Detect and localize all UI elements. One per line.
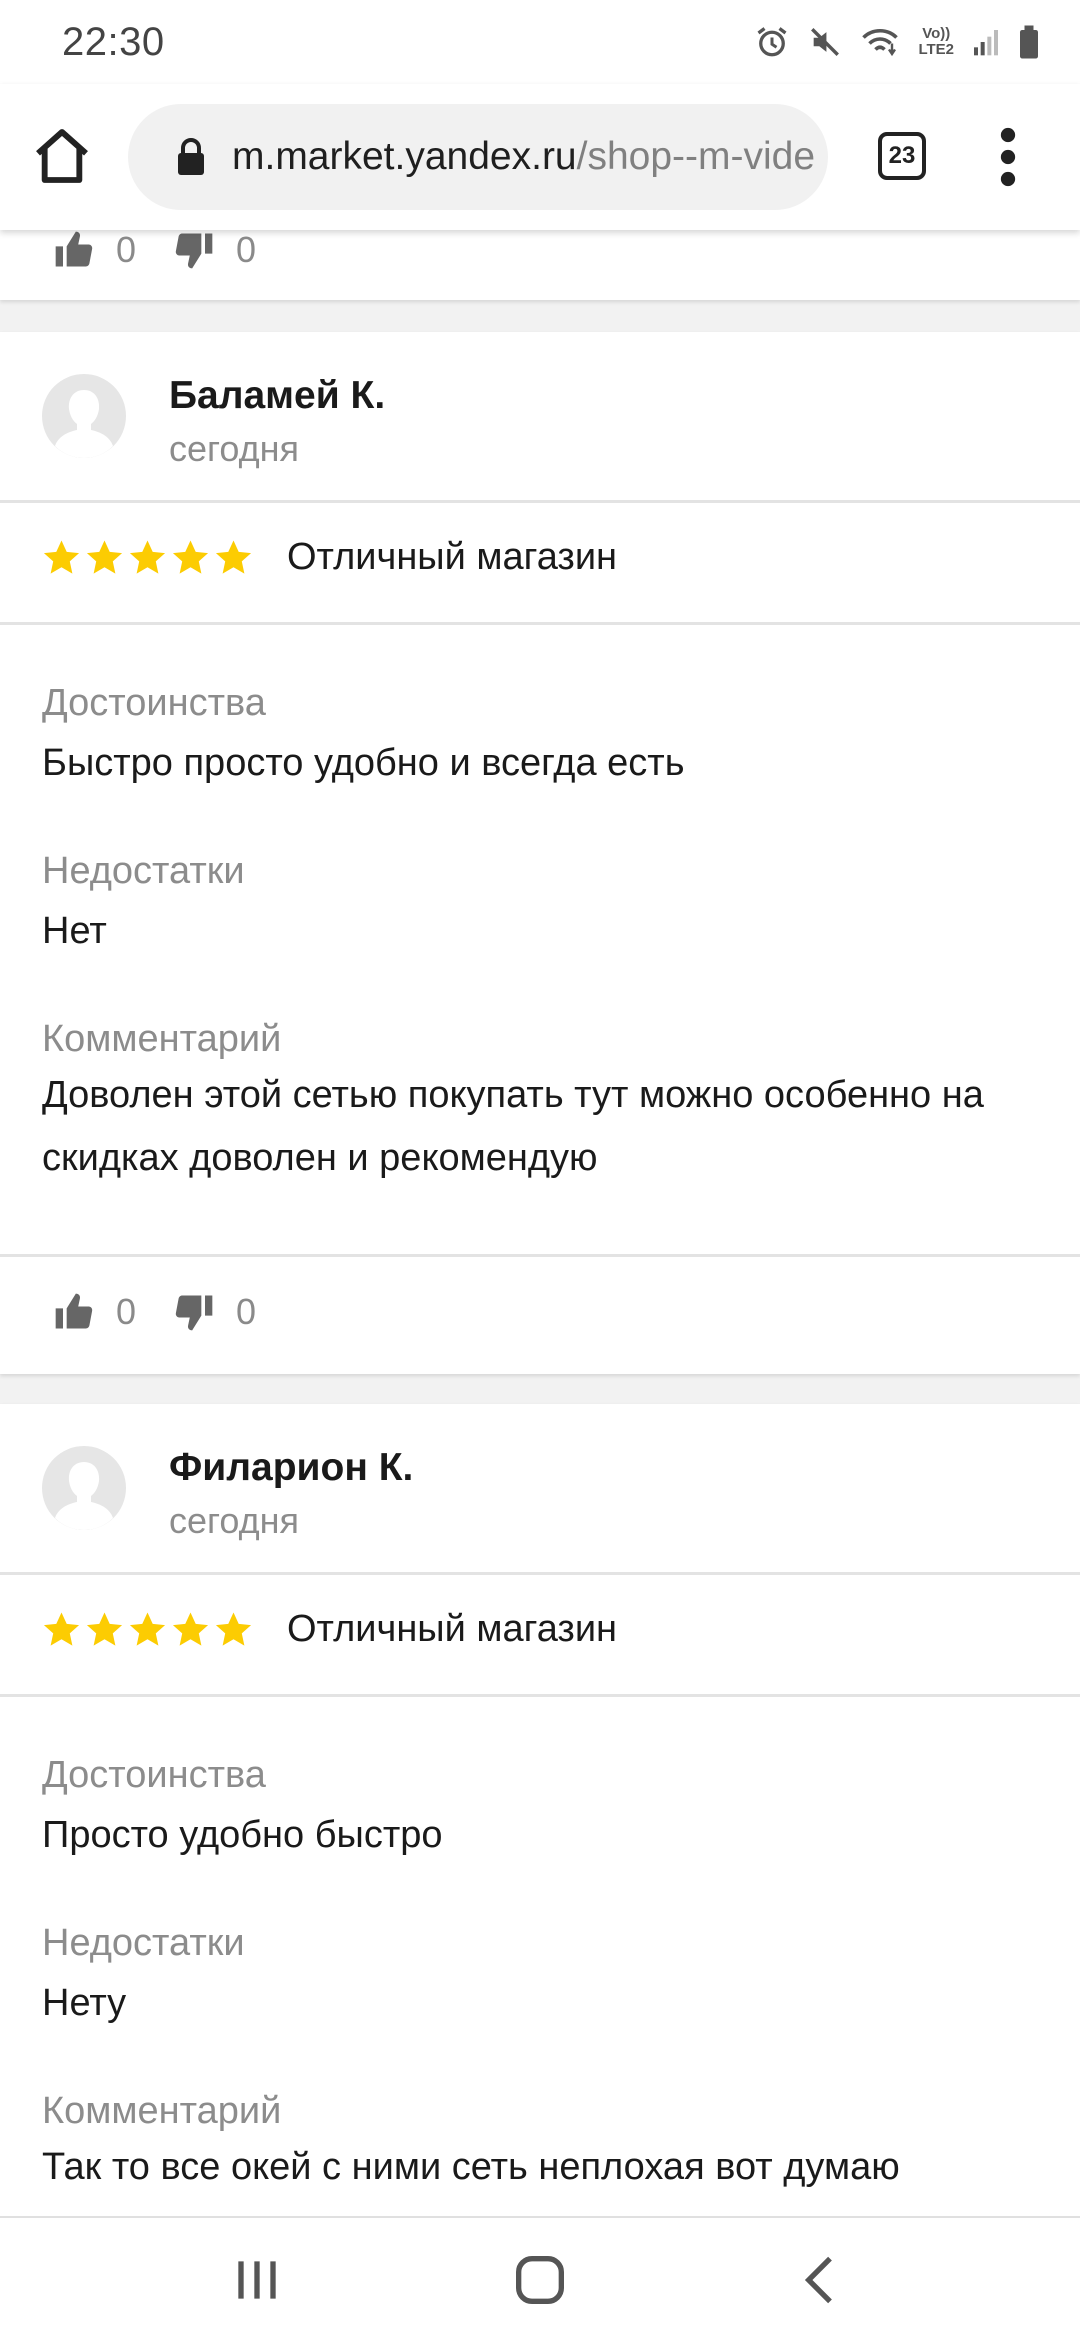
url-domain: m.market.yandex.ru — [232, 135, 577, 178]
tab-count: 23 — [888, 142, 916, 169]
review-card: Баламей К. сегодня Отличный магазин Дост… — [0, 332, 1080, 1374]
star-icon — [86, 540, 123, 574]
pros-label: Достоинства — [42, 1754, 266, 1796]
comment-label: Комментарий — [42, 1018, 282, 1060]
volte-lte2-icon: Vo)) LTE2 — [918, 26, 954, 58]
star-icon — [215, 1612, 252, 1646]
home-icon[interactable] — [508, 2248, 572, 2312]
more-menu-icon[interactable] — [988, 124, 1028, 190]
star-icon — [129, 1612, 166, 1646]
reviews-list: 0 0 Баламей К. сегодня Отличный магазин … — [0, 230, 1080, 2216]
lock-icon — [178, 138, 204, 175]
review-card: 0 0 — [0, 230, 1080, 300]
pros-text: Просто удобно быстро — [42, 1814, 443, 1856]
rating-row: Отличный магазин — [42, 536, 617, 579]
cons-label: Недостатки — [42, 1922, 245, 1964]
divider — [0, 1694, 1080, 1697]
address-bar[interactable]: m.market.yandex.ru/shop--m-vide — [128, 104, 828, 210]
signal-icon — [974, 30, 998, 56]
url-text: m.market.yandex.ru/shop--m-vide — [232, 135, 815, 179]
star-icon — [172, 1612, 209, 1646]
comment-text: Доволен этой сетью покупать тут можно ос… — [42, 1074, 984, 1179]
star-icon — [172, 540, 209, 574]
divider — [0, 1572, 1080, 1575]
battery-icon — [1020, 25, 1038, 59]
review-title: Отличный магазин — [287, 536, 618, 578]
thumbs-up-icon[interactable] — [52, 230, 96, 272]
vote-row: 0 0 — [52, 1290, 292, 1334]
star-icon — [129, 540, 166, 574]
volte-top: Vo)) — [922, 25, 951, 42]
status-bar: 22:30 Vo)) LTE2 — [0, 0, 1080, 84]
vote-row: 0 0 — [52, 230, 292, 272]
star-icon — [43, 540, 80, 574]
star-icon — [86, 1612, 123, 1646]
back-icon[interactable] — [790, 2248, 854, 2312]
tab-switcher-button[interactable]: 23 — [878, 132, 926, 180]
dislike-count: 0 — [236, 1291, 257, 1332]
review-date: сегодня — [169, 428, 299, 469]
volte-bottom: LTE2 — [918, 41, 954, 58]
thumbs-down-icon[interactable] — [172, 230, 216, 272]
author-name: Филарион К. — [169, 1446, 414, 1489]
review-card: Филарион К. сегодня Отличный магазин Дос… — [0, 1404, 1080, 2216]
review-title: Отличный магазин — [287, 1608, 618, 1650]
like-count: 0 — [116, 1291, 137, 1332]
system-nav-bar — [0, 2216, 1080, 2340]
rating-row: Отличный магазин — [42, 1608, 617, 1651]
status-time: 22:30 — [62, 20, 165, 64]
pros-text: Быстро просто удобно и всегда есть — [42, 742, 685, 784]
status-icons: Vo)) LTE2 — [754, 20, 1040, 64]
cons-label: Недостатки — [42, 850, 245, 892]
dislike-count: 0 — [236, 230, 257, 270]
star-icon — [43, 1612, 80, 1646]
star-rating — [42, 1610, 253, 1649]
alarm-icon — [757, 27, 787, 57]
thumbs-down-icon[interactable] — [172, 1290, 216, 1334]
comment-label: Комментарий — [42, 2090, 282, 2132]
comment-text: Так то все окей с ними сеть неплохая вот… — [42, 2146, 900, 2188]
avatar — [42, 1446, 126, 1530]
wifi-icon — [862, 28, 899, 57]
cons-text: Нет — [42, 910, 107, 952]
home-icon[interactable] — [30, 124, 94, 188]
cons-text: Нету — [42, 1982, 127, 2024]
divider — [0, 500, 1080, 503]
pros-label: Достоинства — [42, 682, 266, 724]
user-silhouette-icon — [55, 1462, 113, 1530]
author-name: Баламей К. — [169, 374, 386, 417]
divider — [0, 1254, 1080, 1257]
user-silhouette-icon — [55, 390, 113, 458]
thumbs-up-icon[interactable] — [52, 1290, 96, 1334]
star-icon — [215, 540, 252, 574]
review-date: сегодня — [169, 1500, 299, 1541]
recent-apps-icon[interactable] — [225, 2248, 289, 2312]
url-path: /shop--m-vide — [576, 135, 816, 178]
star-rating — [42, 538, 253, 577]
divider — [0, 622, 1080, 625]
mute-icon — [811, 28, 840, 56]
browser-toolbar: m.market.yandex.ru/shop--m-vide 23 — [0, 84, 1080, 230]
like-count: 0 — [116, 230, 137, 270]
avatar — [42, 374, 126, 458]
